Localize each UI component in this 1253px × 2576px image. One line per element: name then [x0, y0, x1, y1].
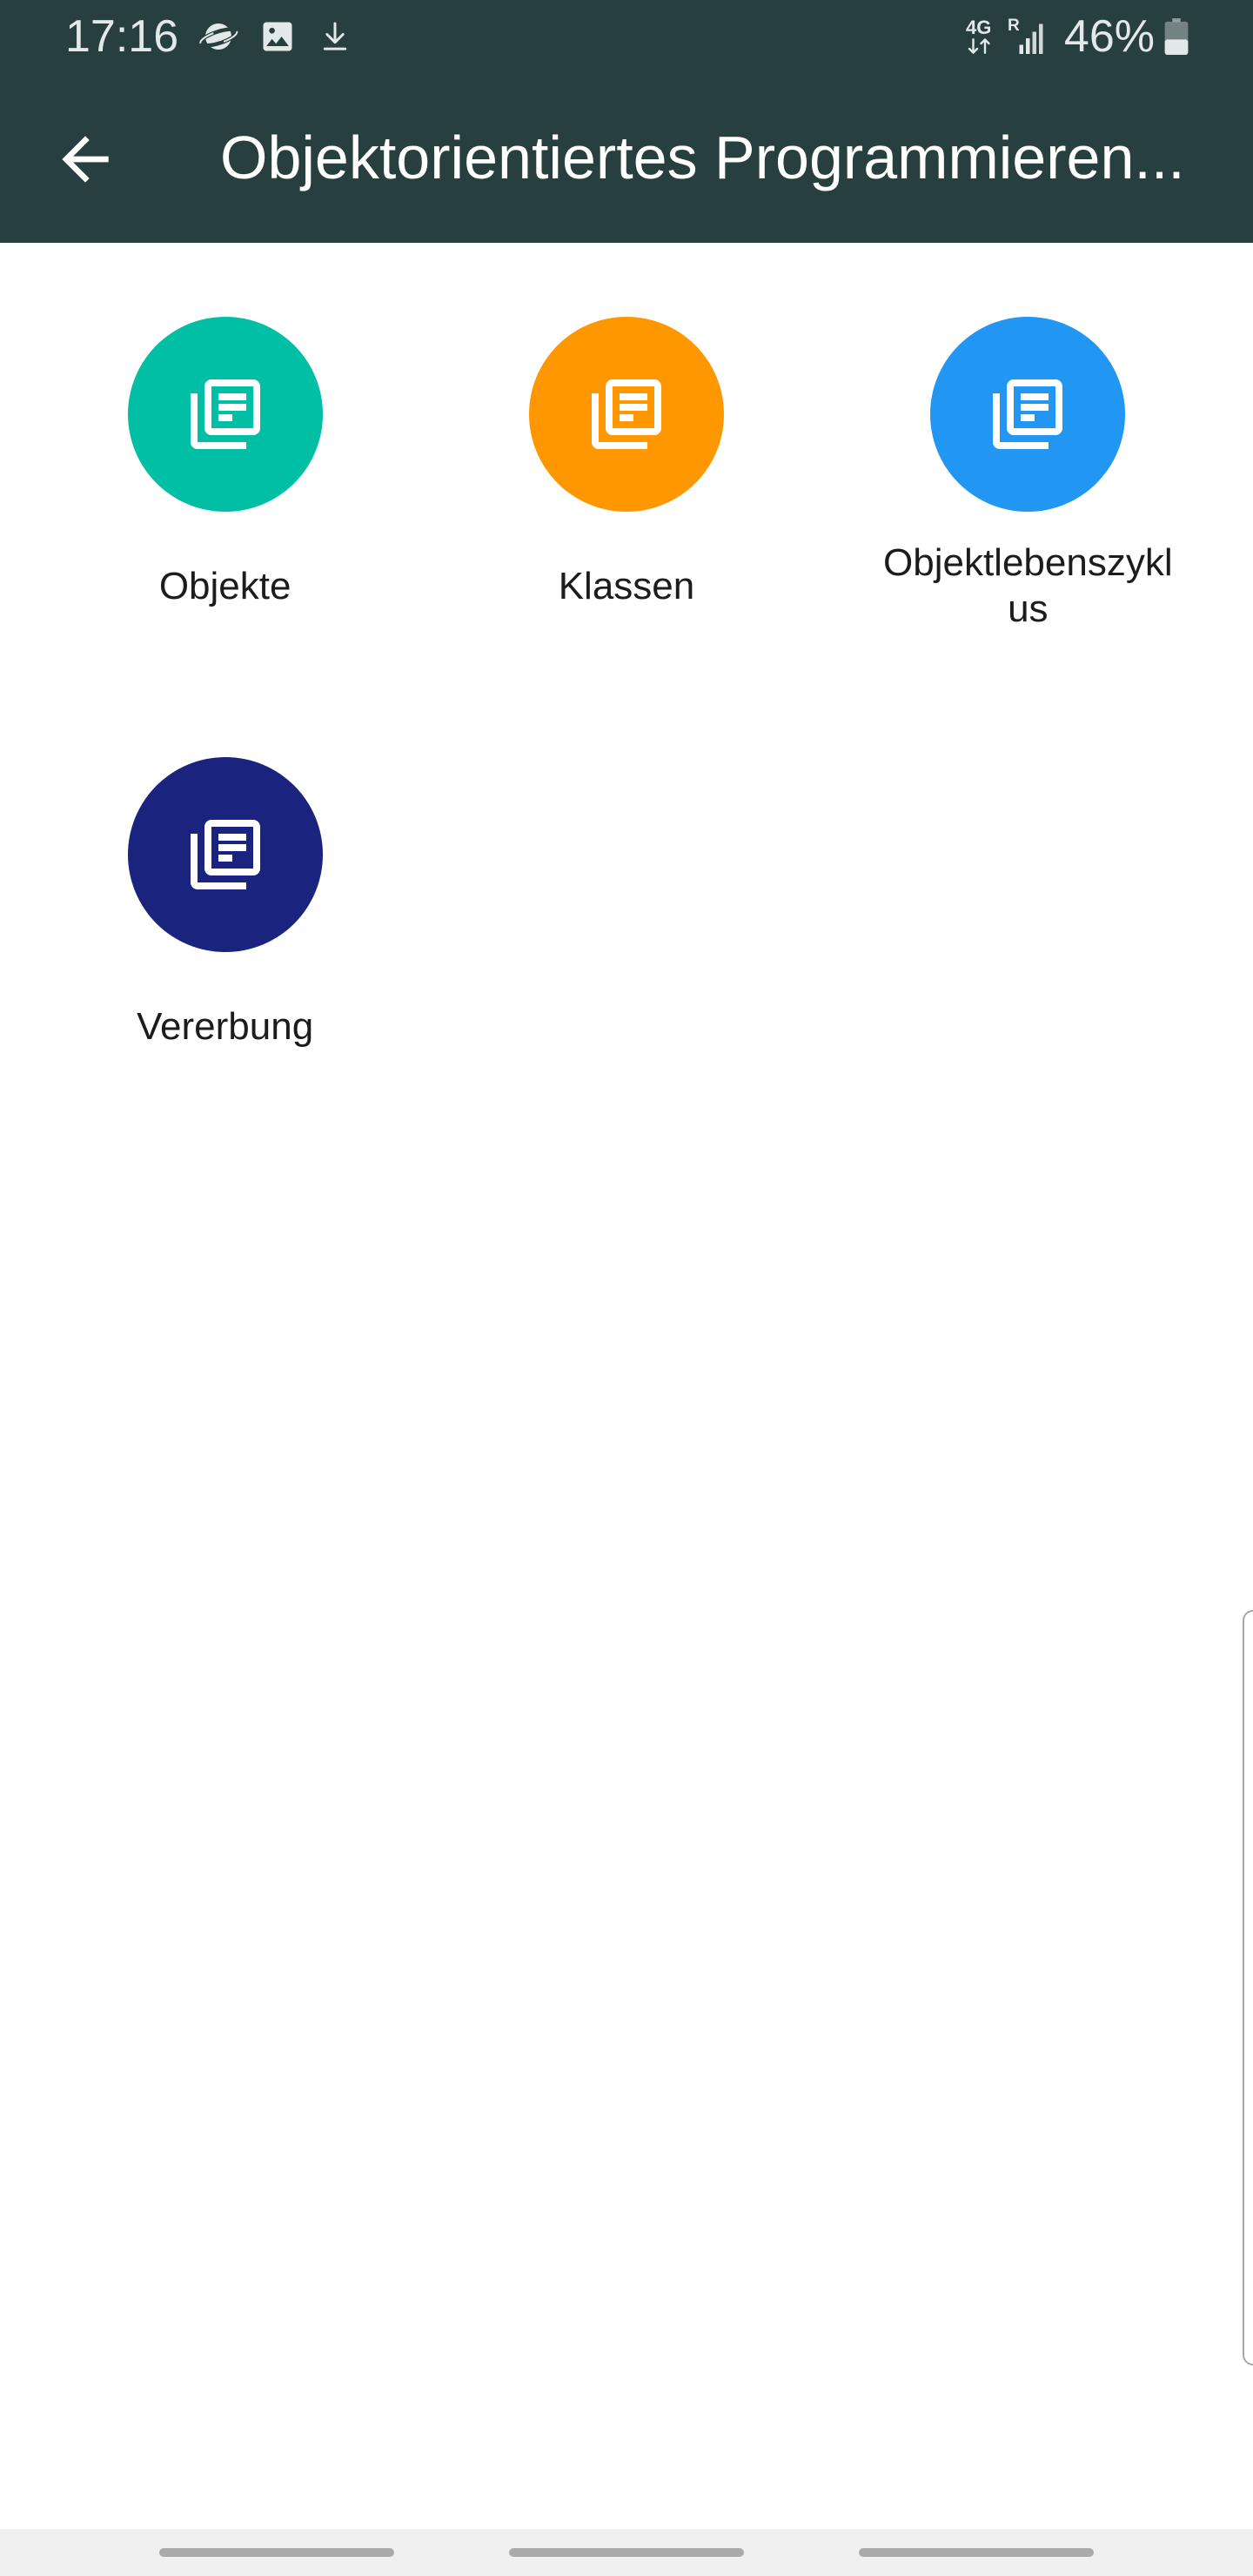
network-4g-icon: 4G [966, 17, 997, 56]
topic-label: Vererbung [137, 1004, 314, 1048]
arrow-back-icon [62, 136, 109, 183]
library-books-icon [190, 820, 260, 889]
app-header: 17:16 4G R 46% Objektorientiertes Progra… [0, 0, 1253, 243]
navigation-bar [0, 2529, 1253, 2576]
library-books-icon [993, 379, 1063, 449]
battery-percent: 46% [1063, 11, 1155, 62]
topic-label-box: Klassen [477, 540, 776, 632]
library-books-icon [591, 379, 661, 449]
topic-label: Objekte [158, 564, 291, 607]
data-activity-arrows-icon [968, 38, 990, 54]
status-bar: 17:16 4G R 46% [0, 0, 1253, 73]
topic-tile-objektlebenszyklus[interactable]: Objektlebenszyklus [828, 243, 1229, 683]
gesture-hint-center[interactable] [509, 2548, 744, 2557]
topic-tile-klassen[interactable]: Klassen [425, 243, 827, 683]
signal-bars-icon [1019, 23, 1043, 54]
network-type-label: 4G [966, 17, 992, 38]
library-books-icon [190, 379, 260, 449]
toolbar: Objektorientiertes Programmieren... [0, 73, 1253, 243]
battery-level-fill [1164, 39, 1189, 55]
image-icon [263, 22, 292, 51]
status-time: 17:16 [65, 11, 179, 62]
topic-grid: Objekte Klassen Objektlebenszyklus Verer… [24, 243, 1229, 1124]
download-icon [323, 22, 347, 50]
topic-icon-circle [127, 317, 323, 512]
topic-label-box: Objekte [76, 540, 375, 632]
back-button[interactable] [37, 111, 134, 208]
edge-panel-handle[interactable] [1243, 1610, 1253, 2365]
topic-label: Objektlebenszyklus [883, 541, 1173, 630]
topic-label-box: Vererbung [76, 980, 375, 1072]
battery-icon [1164, 18, 1189, 55]
page-title: Objektorientiertes Programmieren... [220, 124, 1185, 191]
topic-icon-circle [930, 317, 1126, 512]
signal-strength-icon: R [1007, 17, 1047, 56]
topic-icon-circle [528, 317, 724, 512]
topic-tile-vererbung[interactable]: Vererbung [24, 683, 425, 1124]
topic-label-box: Objektlebenszyklus [878, 540, 1177, 632]
gesture-hint-right[interactable] [859, 2548, 1094, 2557]
planet-icon [198, 23, 239, 50]
topic-label: Klassen [558, 564, 695, 607]
topic-tile-objekte[interactable]: Objekte [24, 243, 425, 683]
gesture-hint-left[interactable] [159, 2548, 394, 2557]
topic-icon-circle [127, 757, 323, 952]
